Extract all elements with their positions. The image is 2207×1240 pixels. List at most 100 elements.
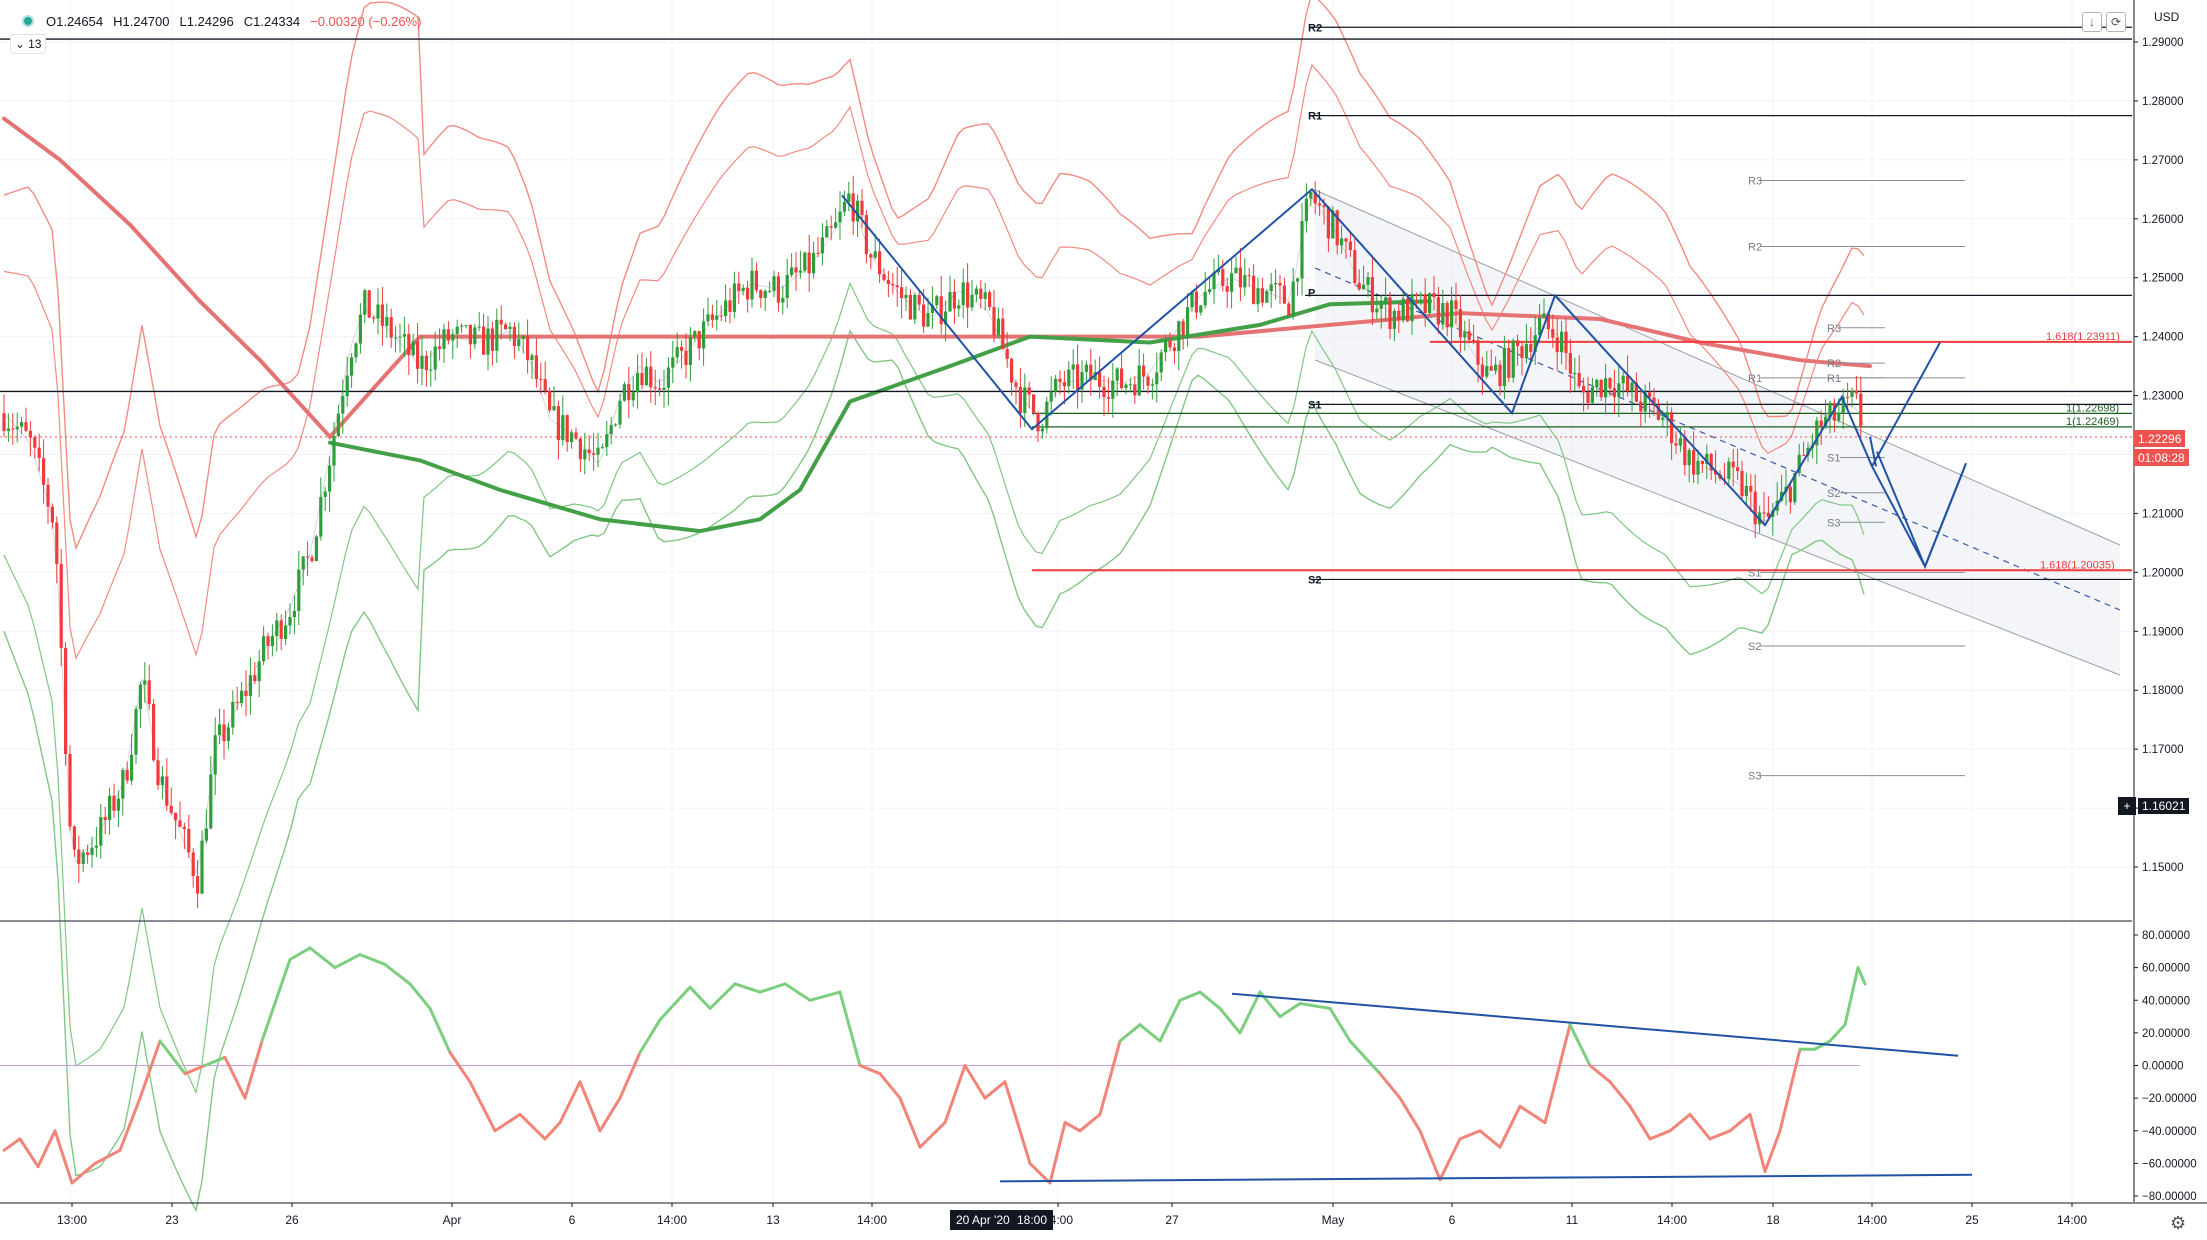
candle-body xyxy=(1260,288,1264,303)
candle-body xyxy=(15,426,19,430)
candle-body xyxy=(785,274,789,298)
candle-body xyxy=(1172,347,1176,352)
currency-label[interactable]: USD xyxy=(2154,10,2179,24)
candle-body xyxy=(160,776,164,786)
oscillator-segment xyxy=(1478,1129,1502,1149)
time-tick-label: 13:00 xyxy=(57,1213,87,1227)
candle-body xyxy=(1392,310,1396,329)
candle-body xyxy=(1436,297,1440,325)
current-price-tag: 1.22296 xyxy=(2134,430,2186,447)
candle-body xyxy=(68,753,72,827)
candle-body xyxy=(631,392,635,401)
close-value: C1.24334 xyxy=(243,13,301,29)
oscillator-segment xyxy=(708,982,737,1010)
candle-body xyxy=(112,795,116,811)
candle-body xyxy=(37,447,41,459)
indicator-collapse-button[interactable]: ⌄ 13 xyxy=(10,34,47,54)
time-tick-label: May xyxy=(1322,1213,1345,1227)
candle-body xyxy=(363,290,367,315)
candle-body xyxy=(1762,512,1766,514)
candle-body xyxy=(55,522,59,564)
candle-body xyxy=(385,317,389,326)
candle-body xyxy=(1049,391,1053,402)
oscillator-segment xyxy=(1568,1023,1592,1067)
candle-body xyxy=(534,355,538,380)
candle-body xyxy=(552,406,556,411)
candle-body xyxy=(1111,380,1115,399)
candle-body xyxy=(1234,267,1238,274)
candle-body xyxy=(1494,364,1498,371)
candle-body xyxy=(1115,368,1119,381)
candle-body xyxy=(130,754,134,781)
candle-body xyxy=(380,304,384,326)
time-tick-label: 14:00 xyxy=(2057,1213,2087,1227)
time-tick-label: 23 xyxy=(165,1213,179,1227)
candle-body xyxy=(869,254,873,258)
candle-body xyxy=(336,413,340,437)
candle-body xyxy=(878,251,882,275)
candle-body xyxy=(1516,340,1520,347)
candle-body xyxy=(389,317,393,338)
arrow-down-icon[interactable]: ↓ xyxy=(2082,12,2102,32)
osc-tick-label: −80.00000 xyxy=(2142,1191,2197,1203)
oscillator-segment xyxy=(1856,966,1867,986)
candle-body xyxy=(935,296,939,306)
oscillator-segment xyxy=(53,1129,74,1185)
oscillator-segment xyxy=(1843,966,1860,1027)
candle-body xyxy=(1225,286,1229,292)
candle-body xyxy=(592,453,596,455)
candle-body xyxy=(1018,386,1022,413)
candle-body xyxy=(147,680,151,705)
ohlc-legend: O1.24654 H1.24700 L1.24296 C1.24334 −0.0… xyxy=(22,10,431,32)
candle-body xyxy=(1159,352,1163,373)
candle-body xyxy=(798,270,802,273)
price-axis-bg xyxy=(2134,0,2207,1240)
candle-body xyxy=(367,290,371,318)
candle-body xyxy=(1058,378,1062,383)
oscillator-segment xyxy=(783,982,812,1002)
candle-body xyxy=(1753,491,1757,525)
candle-body xyxy=(310,557,314,562)
candle-body xyxy=(570,432,574,442)
candle-body xyxy=(1670,412,1674,444)
candle-body xyxy=(1476,340,1480,365)
plus-icon[interactable]: + xyxy=(2118,797,2136,815)
candle-body xyxy=(1375,308,1379,313)
candle-body xyxy=(1005,349,1009,359)
candle-body xyxy=(1687,450,1691,466)
candle-body xyxy=(257,661,261,682)
countdown-tag: 01:08:28 xyxy=(2134,449,2189,466)
candle-body xyxy=(1155,372,1159,385)
candle-body xyxy=(587,449,591,454)
candle-body xyxy=(873,251,877,258)
candle-body xyxy=(688,336,692,366)
candle-body xyxy=(710,314,714,320)
candle-body xyxy=(332,436,336,466)
oscillator-segment xyxy=(688,985,712,1010)
pivot-label: R1 xyxy=(1827,373,1841,385)
candle-body xyxy=(1265,291,1269,303)
oscillator-segment xyxy=(468,1080,497,1133)
candle-body xyxy=(834,222,838,228)
refresh-icon[interactable]: ⟳ xyxy=(2106,12,2126,32)
candle-body xyxy=(174,812,178,821)
candle-body xyxy=(926,312,930,327)
candle-body xyxy=(262,636,266,662)
oscillator-segment xyxy=(878,1072,902,1100)
candle-body xyxy=(1300,221,1304,279)
candle-body xyxy=(1032,394,1036,413)
oscillator-segment xyxy=(1748,1112,1767,1173)
candle-body xyxy=(64,647,68,754)
candle-body xyxy=(59,563,63,648)
oscillator-segment xyxy=(943,1064,967,1125)
oscillator-segment xyxy=(333,953,362,970)
gear-icon[interactable]: ⚙ xyxy=(2170,1213,2186,1234)
oscillator-segment xyxy=(858,1064,882,1076)
candle-body xyxy=(341,396,345,414)
candle-body xyxy=(816,252,820,254)
fib-label: 1.618(1.20035) xyxy=(2040,559,2115,571)
oscillator-segment xyxy=(448,1051,472,1084)
pivot-label: S2 xyxy=(1748,641,1761,653)
chart-canvas[interactable]: 1.618(1.23911)1(1.22698)1(1.22469)1.618(… xyxy=(0,0,2207,1240)
candle-body xyxy=(548,390,552,411)
